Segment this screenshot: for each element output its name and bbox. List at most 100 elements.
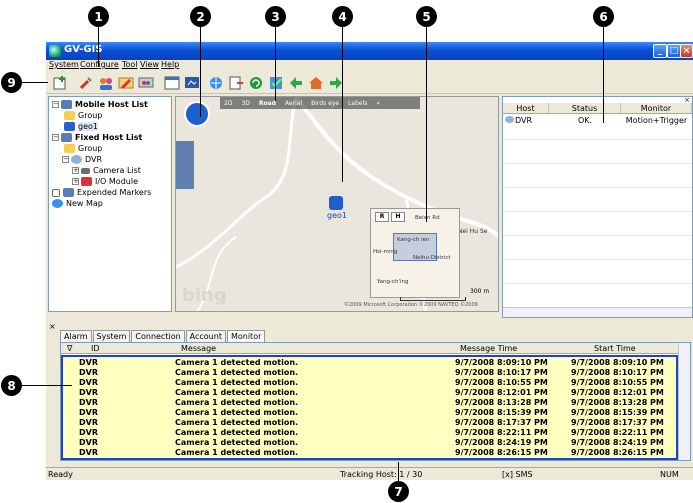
users-icon: [99, 78, 112, 90]
tree-new-map[interactable]: New Map: [52, 198, 103, 209]
minimap[interactable]: R H Beian Rd Kang-ch ien Neihu District …: [370, 208, 460, 298]
collapse-toggle[interactable]: −: [62, 156, 69, 163]
table-row[interactable]: DVR Camera 1 detected motion. 9/7/2008 8…: [63, 417, 676, 427]
export-button[interactable]: [226, 74, 245, 92]
close-panel-icon[interactable]: ×: [49, 322, 56, 331]
scale-bar: [400, 297, 466, 301]
table-row[interactable]: DVR Camera 1 detected motion. 9/7/2008 8…: [63, 427, 676, 437]
tree-mobile-host-list[interactable]: − Mobile Host List: [52, 99, 148, 110]
collapse-toggle[interactable]: −: [52, 101, 59, 108]
column-message-time[interactable]: Message Time: [460, 343, 517, 354]
edit-button[interactable]: [116, 74, 135, 92]
add-host-button[interactable]: [50, 74, 69, 92]
vehicle-marker-icon[interactable]: [329, 196, 343, 210]
folder-icon: [64, 144, 75, 153]
map-tab-3d[interactable]: 3D: [241, 100, 249, 107]
minimap-road-button[interactable]: R: [375, 212, 389, 222]
refresh-button[interactable]: [246, 74, 265, 92]
log-grid-header: ∇ ID Message Message Time Start Time: [61, 343, 678, 354]
column-monitor[interactable]: Monitor: [621, 103, 692, 113]
map-tab-collapse[interactable]: «: [376, 100, 380, 107]
monitor-icon: [138, 77, 153, 88]
minimap-hybrid-button[interactable]: H: [391, 212, 405, 222]
table-row[interactable]: DVR Camera 1 detected motion. 9/7/2008 8…: [63, 397, 676, 407]
globe-button[interactable]: [206, 74, 225, 92]
status-num: NUM: [660, 470, 679, 479]
collapse-toggle[interactable]: −: [52, 134, 59, 141]
app-globe-icon: [49, 45, 61, 57]
map-view[interactable]: 2D 3D Road Aerial Birds eye Labels « Nei…: [175, 96, 499, 312]
menu-configure[interactable]: Configure: [80, 60, 119, 69]
menu-tool[interactable]: Tool: [122, 60, 138, 69]
edit-icon: [118, 77, 133, 89]
table-row[interactable]: DVR Camera 1 detected motion. 9/7/2008 8…: [63, 387, 676, 397]
status-sms: [x] SMS: [502, 470, 533, 479]
table-row[interactable]: DVR Camera 1 detected motion. 9/7/2008 8…: [63, 367, 676, 377]
column-message[interactable]: Message: [181, 343, 216, 354]
table-row[interactable]: DVR Camera 1 detected motion. 9/7/2008 8…: [63, 437, 676, 447]
column-host[interactable]: Host: [503, 103, 549, 113]
tree-fixed-group[interactable]: Group: [64, 143, 102, 154]
table-row[interactable]: DVR Camera 1 detected motion. 9/7/2008 8…: [63, 357, 676, 367]
grid-line: [503, 187, 692, 188]
menu-system[interactable]: System: [49, 60, 79, 69]
vertical-scrollbar[interactable]: [678, 343, 690, 460]
map-tab-birds-eye[interactable]: Birds eye: [311, 100, 339, 107]
map-tab-2d[interactable]: 2D: [224, 100, 232, 107]
monitor-settings-button[interactable]: [136, 74, 155, 92]
horizontal-scrollbar[interactable]: [503, 307, 692, 317]
tree-io-module[interactable]: + I/O Module: [72, 176, 138, 187]
minimap-label: Kang-ch ien: [397, 237, 430, 243]
users-button[interactable]: [96, 74, 115, 92]
sort-icon[interactable]: ∇: [67, 343, 72, 354]
callout-line: [603, 27, 604, 123]
tree-camera-list[interactable]: + Camera List: [72, 165, 141, 176]
zoom-control[interactable]: [176, 141, 194, 189]
table-row[interactable]: DVR Camera 1 detected motion. 9/7/2008 8…: [63, 407, 676, 417]
column-id[interactable]: ID: [91, 343, 100, 354]
tab-system[interactable]: System: [92, 330, 131, 342]
host-status-row[interactable]: DVR OK. Motion+Trigger: [503, 115, 692, 126]
tree-dvr[interactable]: − DVR: [62, 154, 102, 165]
tree-mobile-group[interactable]: Group: [64, 110, 102, 121]
home-button[interactable]: [306, 74, 325, 92]
tab-connection[interactable]: Connection: [131, 330, 185, 342]
pan-control[interactable]: [184, 101, 210, 127]
expand-toggle[interactable]: +: [72, 167, 79, 174]
back-button[interactable]: [286, 74, 305, 92]
log-panel: × Alarm System Connection Account Monito…: [49, 322, 693, 464]
host-list-icon: [61, 133, 72, 142]
grid-line: [503, 283, 692, 284]
display-button[interactable]: [182, 74, 201, 92]
minimize-button[interactable]: _: [653, 44, 667, 58]
callout-5: 5: [416, 6, 437, 27]
maximize-button[interactable]: □: [667, 44, 681, 58]
grid-line: [503, 139, 692, 140]
tools-button[interactable]: [76, 74, 95, 92]
tab-alarm[interactable]: Alarm: [60, 330, 92, 342]
menu-view[interactable]: View: [140, 60, 159, 69]
column-status[interactable]: Status: [549, 103, 621, 113]
status-cell: OK.: [577, 116, 593, 125]
close-button[interactable]: ×: [680, 44, 693, 58]
map-tab-aerial[interactable]: Aerial: [285, 100, 302, 107]
minimap-label: Yang-ch'ing: [377, 279, 409, 285]
tree-expended-markers[interactable]: Expended Markers: [52, 187, 151, 198]
callout-9: 9: [1, 72, 22, 93]
table-row[interactable]: DVR Camera 1 detected motion. 9/7/2008 8…: [63, 377, 676, 387]
tools-icon: [79, 77, 92, 90]
column-start-time[interactable]: Start Time: [594, 343, 636, 354]
log-grid: ∇ ID Message Message Time Start Time DVR…: [60, 342, 691, 461]
map-tab-road[interactable]: Road: [259, 100, 276, 107]
callout-line: [98, 27, 99, 67]
callout-line: [200, 27, 201, 117]
tab-account[interactable]: Account: [185, 330, 226, 342]
expand-toggle[interactable]: +: [72, 178, 79, 185]
table-row[interactable]: DVR Camera 1 detected motion. 9/7/2008 8…: [63, 447, 676, 457]
tree-fixed-host-list[interactable]: − Fixed Host List: [52, 132, 142, 143]
checkbox[interactable]: [52, 188, 60, 197]
menu-help[interactable]: Help: [161, 60, 179, 69]
map-tab-labels[interactable]: Labels: [348, 100, 367, 107]
window-button[interactable]: [162, 74, 181, 92]
tree-geo1[interactable]: geo1: [64, 121, 98, 132]
